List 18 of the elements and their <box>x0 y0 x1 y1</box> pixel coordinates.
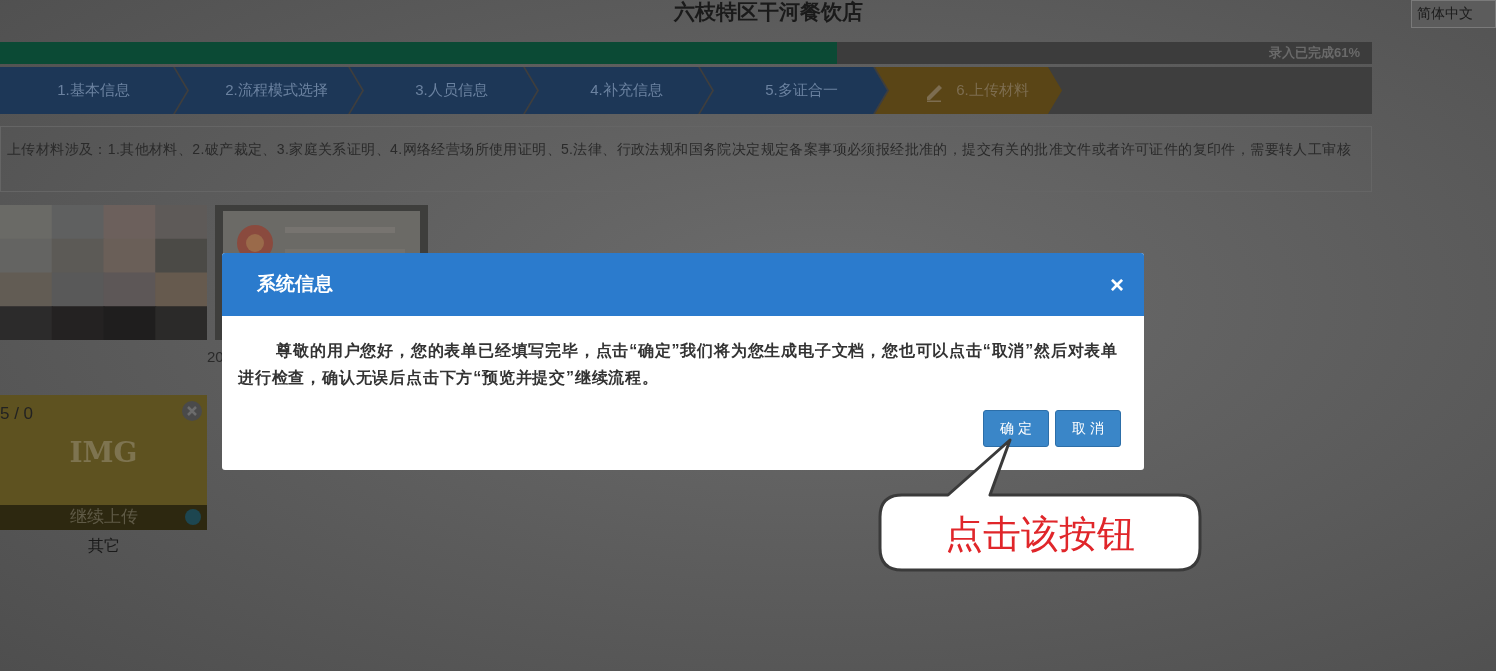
confirm-button[interactable]: 确 定 <box>983 410 1049 447</box>
dialog-message: 尊敬的用户您好，您的表单已经填写完毕，点击“确定”我们将为您生成电子文档，您也可以点击“取消”然后对表单进行检查，确认无误后点击下方“预览并提交”继续流程。 <box>237 341 1119 388</box>
upload-icon <box>185 508 201 525</box>
page-title: 六枝特区干河餐饮店 <box>673 0 863 25</box>
close-button[interactable]: × <box>1110 272 1124 297</box>
callout-text: 点击该按钮 <box>944 512 1136 557</box>
dialog-title: 系统信息 <box>257 272 333 297</box>
step-tab[interactable]: 5.多证合一 <box>700 67 887 114</box>
upload-caption: 其它 <box>87 535 120 556</box>
close-icon[interactable] <box>182 400 202 421</box>
step-tab[interactable]: 1.基本信息 <box>0 67 187 114</box>
cancel-button[interactable]: 取 消 <box>1055 410 1121 447</box>
step-tab[interactable]: 6.上传材料 <box>875 67 1062 114</box>
language-select[interactable]: 简体中文 <box>1411 0 1496 28</box>
step-tab[interactable]: 2.流程模式选择 <box>175 67 362 114</box>
upload-counter: 5 / 0 <box>0 402 34 425</box>
step-tab[interactable]: 3.人员信息 <box>350 67 537 114</box>
step-tab[interactable]: 4.补充信息 <box>525 67 712 114</box>
